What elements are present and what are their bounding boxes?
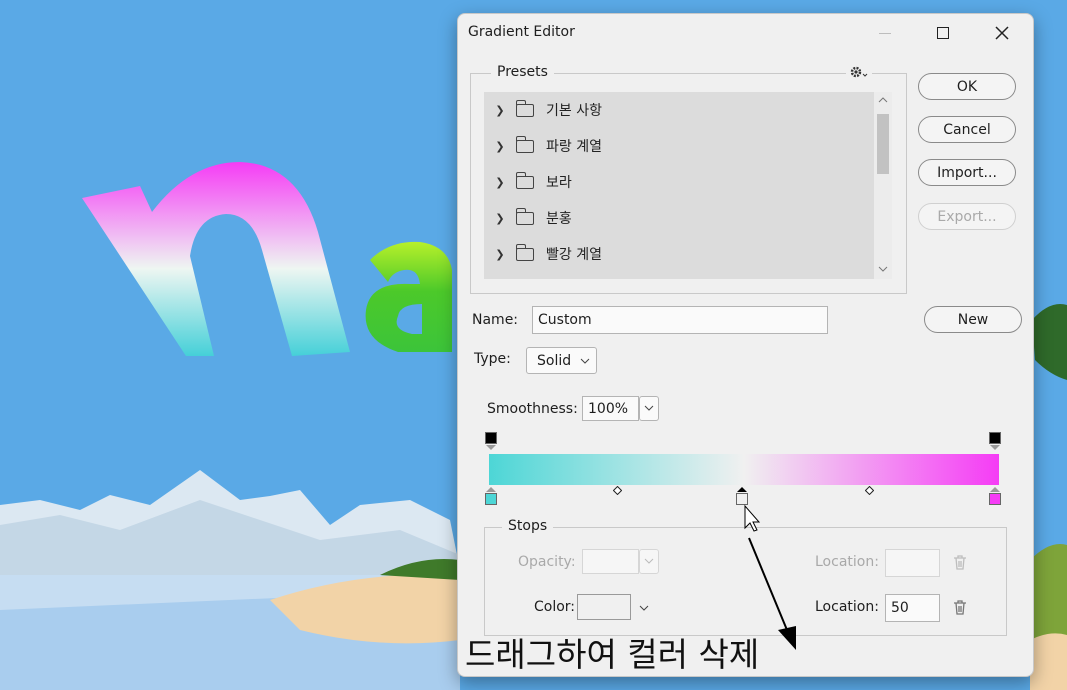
mouse-cursor-icon [744,504,761,532]
caption-text: 드래그하여 컬러 삭제 [465,635,760,674]
drag-arrow-annotation [744,504,796,650]
